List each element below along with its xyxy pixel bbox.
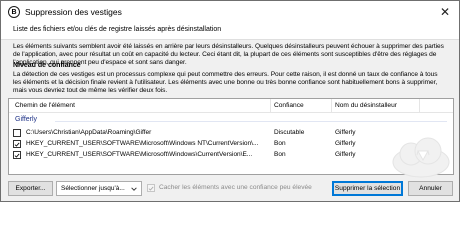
row-checkbox[interactable] xyxy=(13,140,21,148)
intro-line-2: de l'application, avec pour résultat un … xyxy=(13,51,437,58)
dialog-window: B Suppression des vestiges ✕ Liste des f… xyxy=(0,0,460,202)
column-divider[interactable] xyxy=(419,99,420,113)
delete-selection-button[interactable]: Supprimer la sélection xyxy=(332,181,403,196)
delete-selection-label: Supprimer la sélection xyxy=(334,185,401,192)
cancel-label: Annuler xyxy=(419,185,442,192)
group-label: Gifferly xyxy=(15,116,38,123)
intro-line-1: Les éléments suivants semblent avoir été… xyxy=(13,43,444,50)
export-button[interactable]: Exporter... xyxy=(8,181,53,196)
row-path: C:\Users\Christian\AppData\Roaming\Giffe… xyxy=(26,129,152,136)
column-divider[interactable] xyxy=(331,99,332,113)
row-confidence: Bon xyxy=(274,140,286,147)
column-header-uninstaller[interactable]: Nom du désinstalleur xyxy=(335,102,397,109)
app-logo-letter: B xyxy=(11,8,17,16)
confidence-line-1: La détection de ces vestiges est un proc… xyxy=(13,71,438,78)
window-title: Suppression des vestiges xyxy=(25,7,122,17)
checkmark-icon xyxy=(14,142,20,147)
row-path: HKEY_CURRENT_USER\SOFTWARE\Microsoft\Win… xyxy=(26,140,259,147)
select-until-label: Sélectionner jusqu'à... xyxy=(61,185,125,192)
column-divider[interactable] xyxy=(270,99,271,113)
app-logo-icon: B xyxy=(8,6,20,18)
row-checkbox[interactable] xyxy=(13,129,21,137)
confidence-title: Niveau de confiance xyxy=(13,62,81,69)
dialog-header: Liste des fichiers et/ou clés de registr… xyxy=(1,23,459,40)
hide-low-confidence-checkbox[interactable] xyxy=(147,184,155,192)
close-button[interactable]: ✕ xyxy=(431,1,459,23)
confidence-paragraph: La détection de ces vestiges est un proc… xyxy=(13,71,449,95)
checkmark-icon xyxy=(148,186,154,191)
hide-low-confidence-label: Cacher les éléments avec une confiance p… xyxy=(159,184,312,191)
row-path: HKEY_CURRENT_USER\SOFTWARE\Microsoft\Win… xyxy=(26,151,253,158)
list-header: Chemin de l'élément Confiance Nom du dés… xyxy=(9,99,453,113)
group-divider xyxy=(55,121,447,122)
row-checkbox[interactable] xyxy=(13,151,21,159)
column-header-path[interactable]: Chemin de l'élément xyxy=(15,102,75,109)
row-confidence: Discutable xyxy=(274,129,305,136)
cancel-button[interactable]: Annuler xyxy=(408,181,453,196)
cloud-watermark-icon xyxy=(392,137,450,178)
checkmark-icon xyxy=(14,153,20,158)
select-until-dropdown[interactable]: Sélectionner jusqu'à... xyxy=(56,181,142,196)
row-confidence: Bon xyxy=(274,151,286,158)
group-header[interactable]: Gifferly xyxy=(15,115,447,127)
header-text: Liste des fichiers et/ou clés de registr… xyxy=(13,26,222,33)
export-label: Exporter... xyxy=(15,185,46,192)
column-header-confidence[interactable]: Confiance xyxy=(274,102,304,109)
confidence-line-3: mais vous devriez tout de même les vérif… xyxy=(13,87,168,94)
confidence-line-2: les éléments et la décision finale revie… xyxy=(13,79,438,86)
title-bar[interactable]: B Suppression des vestiges ✕ xyxy=(1,1,459,23)
chevron-down-icon xyxy=(131,187,137,191)
close-icon: ✕ xyxy=(439,5,451,19)
